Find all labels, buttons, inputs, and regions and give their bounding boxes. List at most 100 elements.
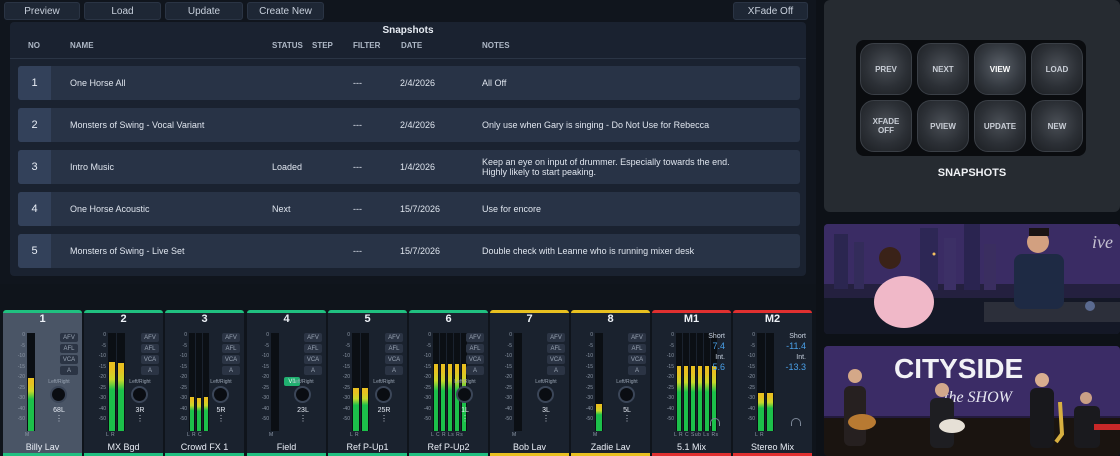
scale-tick-label: -20 xyxy=(423,374,431,380)
more-options-icon[interactable]: ⋮ xyxy=(380,415,388,423)
load-button[interactable]: Load xyxy=(84,2,161,20)
tag-afv-button[interactable]: AFV xyxy=(385,333,403,342)
deck-load-button[interactable]: LOAD xyxy=(1031,43,1083,95)
deck-update-button[interactable]: UPDATE xyxy=(974,100,1026,152)
meter-fill xyxy=(441,364,445,431)
mixer-channel[interactable]: 1 0 -5 -10 -15 -20 -25 -30 -40 -50 M AFV AFL VCA A Left… xyxy=(3,310,82,456)
level-meter xyxy=(514,333,522,431)
table-row[interactable]: 4 One Horse Acoustic Next --- 15/7/2026 … xyxy=(18,192,800,226)
level-meter xyxy=(108,333,116,431)
tag-a-button[interactable]: A xyxy=(60,366,78,375)
tag-afv-button[interactable]: AFV xyxy=(547,333,565,342)
pan-knob[interactable] xyxy=(131,386,148,403)
tag-afl-button[interactable]: AFL xyxy=(385,344,403,353)
tag-afv-button[interactable]: AFV xyxy=(141,333,159,342)
scale-tick-label: -5 xyxy=(182,342,187,349)
create-new-button[interactable]: Create New xyxy=(247,2,324,20)
tag-afv-button[interactable]: AFV xyxy=(60,333,78,342)
scale-tick-label: -20 xyxy=(98,374,106,380)
tag-afl-button[interactable]: AFL xyxy=(547,344,565,353)
tag-a-button[interactable]: A xyxy=(628,366,646,375)
tag-vca-button[interactable]: VCA xyxy=(385,355,403,364)
app: Preview Load Update Create New XFade Off… xyxy=(0,0,1120,456)
meter-scale: 0 -5 -10 -15 -20 -25 -30 -40 -50 xyxy=(253,330,269,425)
meter-channel-labels: M xyxy=(593,432,598,438)
tag-afl-button[interactable]: AFL xyxy=(222,344,240,353)
tag-a-button[interactable]: A xyxy=(304,366,322,375)
table-row[interactable]: 3 Intro Music Loaded --- 1/4/2026 Keep a… xyxy=(18,150,800,184)
pan-knob[interactable] xyxy=(537,386,554,403)
tag-a-button[interactable]: A xyxy=(466,366,484,375)
tag-vca-button[interactable]: VCA xyxy=(547,355,565,364)
tag-afl-button[interactable]: AFL xyxy=(304,344,322,353)
tag-afv-button[interactable]: AFV xyxy=(222,333,240,342)
headphones-icon[interactable] xyxy=(791,418,801,426)
pan-knob[interactable] xyxy=(50,386,67,403)
pan-knob[interactable] xyxy=(212,386,229,403)
table-row[interactable]: 1 One Horse All --- 2/4/2026 All Off xyxy=(18,66,800,100)
pan-knob[interactable] xyxy=(294,386,311,403)
loudness-short-label: Short xyxy=(789,333,806,340)
tag-vca-button[interactable]: VCA xyxy=(60,355,78,364)
pan-knob[interactable] xyxy=(456,386,473,403)
tag-a-button[interactable]: A xyxy=(222,366,240,375)
row-status xyxy=(272,66,312,100)
mixer-channel[interactable]: 2 0 -5 -10 -15 -20 -25 -30 -40 -50 L R AFV AFL VCA A Le… xyxy=(84,310,163,456)
update-button[interactable]: Update xyxy=(165,2,243,20)
tag-vca-button[interactable]: VCA xyxy=(141,355,159,364)
tag-afl-button[interactable]: AFL xyxy=(60,344,78,353)
meter-channel-labels: L R C xyxy=(187,432,203,438)
tag-afl-button[interactable]: AFL xyxy=(141,344,159,353)
mixer-channel[interactable]: 3 0 -5 -10 -15 -20 -25 -30 -40 -50 L R C AFV AFL VCA A… xyxy=(165,310,244,456)
mixer-channel[interactable]: 5 0 -5 -10 -15 -20 -25 -30 -40 -50 L R AFV AFL VCA A Le… xyxy=(328,310,407,456)
tag-a-button[interactable]: A xyxy=(547,366,565,375)
more-options-icon[interactable]: ⋮ xyxy=(623,415,631,423)
row-name: One Horse Acoustic xyxy=(70,204,150,214)
pan-knob[interactable] xyxy=(618,386,635,403)
tag-afl-button[interactable]: AFL xyxy=(466,344,484,353)
deck-prev-button[interactable]: PREV xyxy=(860,43,912,95)
tag-a-button[interactable]: A xyxy=(141,366,159,375)
loudness-short-label: Short xyxy=(708,333,725,340)
more-options-icon[interactable]: ⋮ xyxy=(55,415,63,423)
tag-afv-button[interactable]: AFV xyxy=(304,333,322,342)
xfade-off-button[interactable]: XFade Off xyxy=(733,2,808,20)
mixer-channel[interactable]: 6 0 -5 -10 -15 -20 -25 -30 -40 -50 L C R Ls Rs AFV A… xyxy=(409,310,488,456)
deck-pview-button[interactable]: PVIEW xyxy=(917,100,969,152)
tag-afv-button[interactable]: AFV xyxy=(628,333,646,342)
tag-afl-button[interactable]: AFL xyxy=(628,344,646,353)
more-options-icon[interactable]: ⋮ xyxy=(299,415,307,423)
meter-channel-labels: L R xyxy=(350,432,360,438)
table-row[interactable]: 2 Monsters of Swing - Vocal Variant --- … xyxy=(18,108,800,142)
mixer-channel[interactable]: 7 0 -5 -10 -15 -20 -25 -30 -40 -50 M AFV AFL VCA A Left… xyxy=(490,310,569,456)
table-row[interactable]: 5 Monsters of Swing - Live Set --- 15/7/… xyxy=(18,234,800,268)
more-options-icon[interactable]: ⋮ xyxy=(136,415,144,423)
row-filter: --- xyxy=(353,204,362,214)
tag-a-button[interactable]: A xyxy=(385,366,403,375)
pan-knob[interactable] xyxy=(375,386,392,403)
more-options-icon[interactable]: ⋮ xyxy=(542,415,550,423)
mixer-channel[interactable]: M2 0 -5 -10 -15 -20 -25 -30 -40 -50 L R Short -11.4 I… xyxy=(733,310,812,456)
preview-button[interactable]: Preview xyxy=(4,2,80,20)
scale-tick-label: -25 xyxy=(261,384,269,391)
tag-vca-button[interactable]: VCA xyxy=(466,355,484,364)
scale-tick-label: -40 xyxy=(585,405,593,412)
deck-view-button[interactable]: VIEW xyxy=(974,43,1026,95)
deck-xfade-off-button[interactable]: XFADE OFF xyxy=(860,100,912,152)
mixer-channel[interactable]: 8 0 -5 -10 -15 -20 -25 -30 -40 -50 M AFV AFL VCA A Left… xyxy=(571,310,650,456)
deck-next-button[interactable]: NEXT xyxy=(917,43,969,95)
loudness-int-value: -13.3 xyxy=(785,362,806,372)
mixer-channel[interactable]: M1 0 -5 -10 -15 -20 -25 -30 -40 -50 L R C Sub Ls R… xyxy=(652,310,731,456)
deck-new-button[interactable]: NEW xyxy=(1031,100,1083,152)
headphones-icon[interactable] xyxy=(710,418,720,426)
tag-vca-button[interactable]: VCA xyxy=(304,355,322,364)
more-options-icon[interactable]: ⋮ xyxy=(461,415,469,423)
mixer-channel[interactable]: 4 0 -5 -10 -15 -20 -25 -30 -40 -50 M AFV AFL VCA A V1 Le… xyxy=(247,310,326,456)
tag-afv-button[interactable]: AFV xyxy=(466,333,484,342)
more-options-icon[interactable]: ⋮ xyxy=(217,415,225,423)
pan-label: Left/Right xyxy=(48,379,70,385)
col-filter: FILTER xyxy=(353,41,381,50)
tag-vca-button[interactable]: VCA xyxy=(222,355,240,364)
meter-fill xyxy=(691,365,695,431)
tag-vca-button[interactable]: VCA xyxy=(628,355,646,364)
